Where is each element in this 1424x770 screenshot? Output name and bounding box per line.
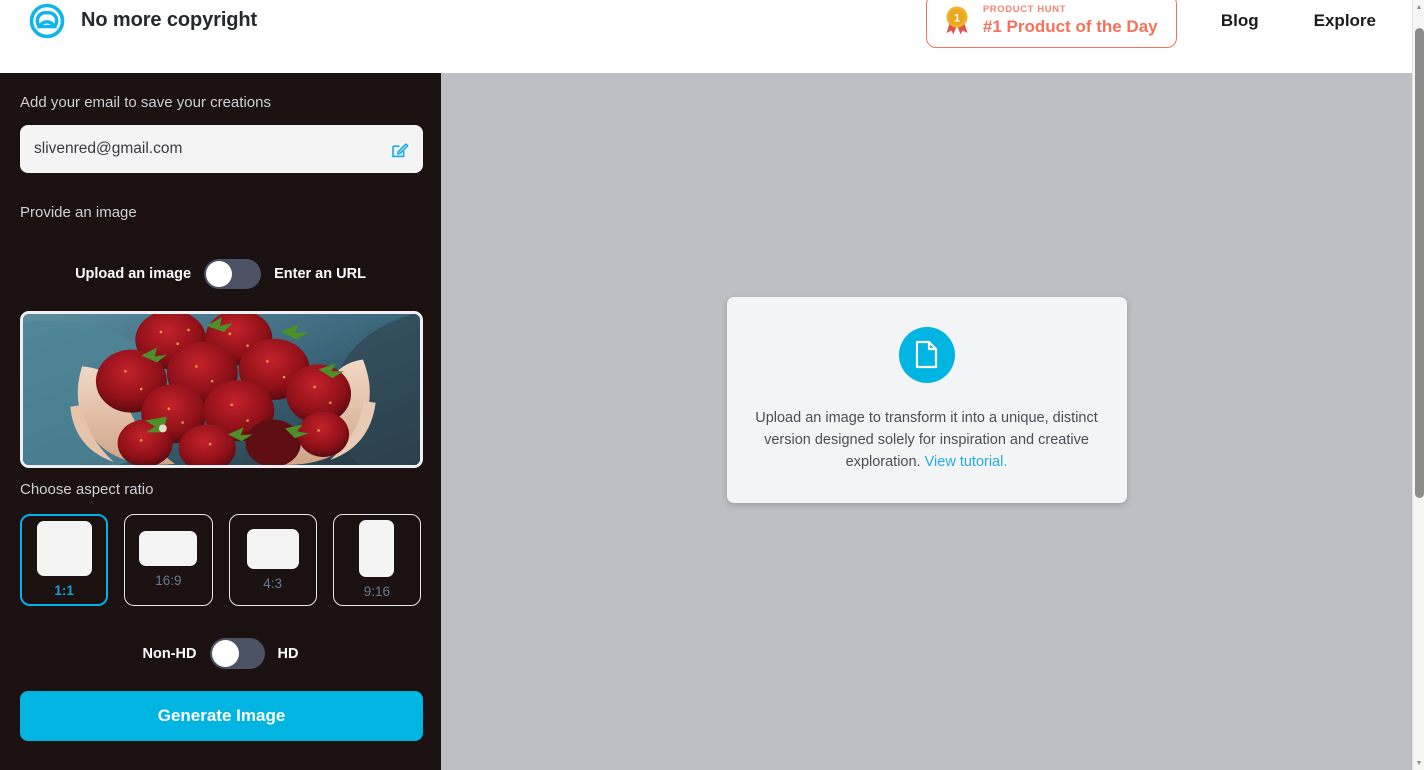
sidebar-panel: Add your email to save your creations sl… — [0, 73, 441, 770]
svg-text:1: 1 — [954, 12, 960, 24]
aspect-shape-4-3 — [246, 528, 299, 569]
product-hunt-kicker: PRODUCT HUNT — [982, 4, 1067, 15]
upload-image-label[interactable]: Upload an image — [75, 266, 191, 282]
brand[interactable]: No more copyright — [27, 1, 257, 41]
view-tutorial-link[interactable]: View tutorial. — [925, 454, 1008, 470]
app-root: No more copyright 1 PRODUCT HUNT #1 Prod… — [0, 0, 1424, 770]
toggle-knob — [206, 261, 233, 287]
aspect-option-4-3[interactable]: 4:3 — [228, 514, 317, 606]
page-header: No more copyright 1 PRODUCT HUNT #1 Prod… — [0, 0, 1412, 73]
medal-award-icon: 1 — [940, 4, 974, 38]
quality-toggle-row: Non-HD HD — [20, 638, 421, 669]
aspect-label-9-16: 9:16 — [363, 584, 391, 599]
upload-info-card: Upload an image to transform it into a u… — [726, 296, 1127, 503]
aspect-shape-16-9 — [139, 531, 198, 566]
aspect-label-4-3: 4:3 — [263, 575, 283, 591]
hd-label[interactable]: HD — [278, 646, 299, 662]
aspect-option-16-9[interactable]: 16:9 — [124, 514, 213, 606]
email-input-value[interactable]: slivenred@gmail.com — [34, 140, 391, 158]
image-source-toggle[interactable] — [204, 259, 262, 289]
generate-image-button[interactable]: Generate Image — [20, 691, 423, 741]
edit-pencil-square-icon[interactable] — [391, 140, 410, 159]
aspect-label-16-9: 16:9 — [155, 573, 182, 588]
enter-url-label[interactable]: Enter an URL — [274, 266, 366, 282]
aspect-option-1-1[interactable]: 1:1 — [20, 514, 109, 606]
email-field[interactable]: slivenred@gmail.com — [20, 125, 423, 173]
main-canvas-area: Upload an image to transform it into a u… — [441, 73, 1412, 770]
product-hunt-title: #1 Product of the Day — [982, 17, 1158, 36]
header-right: 1 PRODUCT HUNT #1 Product of the Day Blo… — [925, 0, 1380, 48]
scroll-down-arrow-icon[interactable]: ▼ — [1413, 757, 1424, 769]
aspect-shape-1-1 — [36, 521, 92, 576]
scrollbar-thumb[interactable] — [1415, 28, 1424, 498]
uploaded-image-preview[interactable] — [20, 311, 423, 468]
aspect-option-9-16[interactable]: 9:16 — [332, 514, 422, 606]
toggle-knob — [211, 640, 239, 667]
nav-link-explore[interactable]: Explore — [1310, 5, 1380, 37]
non-hd-label[interactable]: Non-HD — [143, 646, 197, 662]
document-file-icon — [898, 326, 955, 383]
aspect-label-1-1: 1:1 — [54, 583, 74, 598]
aspect-ratio-options: 1:1 16:9 4:3 9:16 — [20, 514, 422, 606]
product-hunt-badge-text: PRODUCT HUNT #1 Product of the Day — [983, 4, 1158, 37]
aspect-section-label: Choose aspect ratio — [20, 481, 154, 498]
brand-name: No more copyright — [81, 9, 258, 31]
upload-info-text: Upload an image to transform it into a u… — [753, 407, 1101, 473]
scroll-up-arrow-icon[interactable]: ▲ — [1413, 1, 1424, 13]
email-section-label: Add your email to save your creations — [20, 94, 271, 111]
product-hunt-badge[interactable]: 1 PRODUCT HUNT #1 Product of the Day — [925, 0, 1177, 48]
aspect-shape-9-16 — [359, 520, 395, 577]
circle-ring-logo-icon — [27, 1, 67, 41]
quality-toggle[interactable] — [209, 638, 265, 669]
nav-link-blog[interactable]: Blog — [1217, 5, 1263, 37]
image-source-toggle-row: Upload an image Enter an URL — [20, 259, 421, 289]
page-scrollbar[interactable]: ▲ ▼ — [1412, 0, 1424, 770]
image-section-label: Provide an image — [20, 204, 137, 221]
